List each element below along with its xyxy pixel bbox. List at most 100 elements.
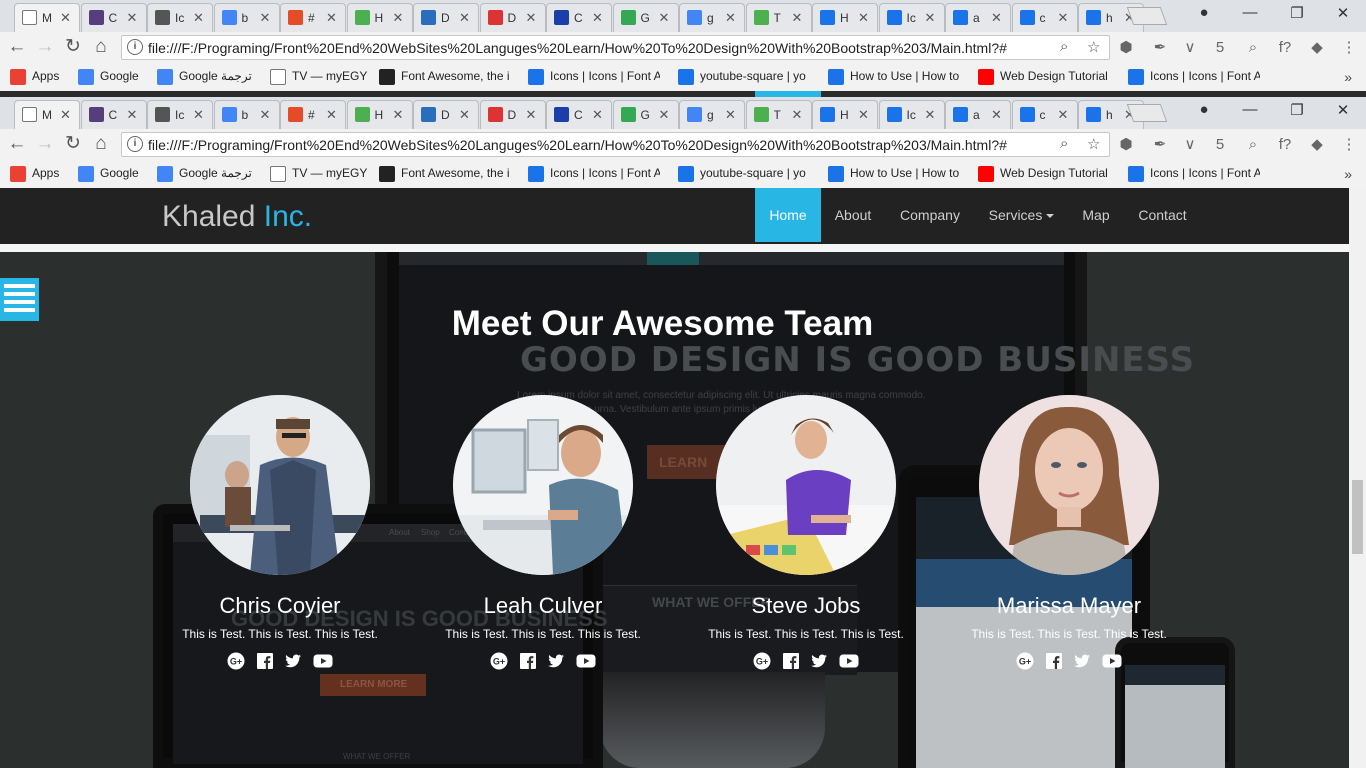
twitter-icon[interactable]	[547, 652, 565, 670]
browser-tab[interactable]: b ✕	[213, 3, 280, 32]
bookmark-item[interactable]: Google	[78, 69, 139, 87]
youtube-icon[interactable]	[1102, 652, 1122, 670]
bookmark-item[interactable]: Google ترجمة	[157, 166, 252, 184]
browser-tab[interactable]: T ✕	[745, 3, 812, 32]
zoom-extension-icon[interactable]: ⌕	[1243, 38, 1263, 58]
drop-extension-icon[interactable]: ◆	[1307, 38, 1327, 58]
google-plus-icon[interactable]: G+	[227, 652, 245, 670]
close-tab-icon[interactable]: ✕	[193, 107, 204, 123]
close-tab-icon[interactable]: ✕	[991, 107, 1002, 123]
browser-tab[interactable]: Ic ✕	[878, 100, 945, 129]
url-text[interactable]: file:///F:/Programing/Front%20End%20WebS…	[148, 137, 1007, 153]
bookmark-item[interactable]: youtube-square | yo	[678, 69, 806, 87]
browser-tab[interactable]: C ✕	[546, 3, 612, 32]
page-scrollbar[interactable]	[1349, 188, 1366, 768]
vue-extension-icon[interactable]: ∨	[1180, 38, 1200, 58]
browser-tab[interactable]: M ✕	[14, 3, 80, 32]
more-menu-icon[interactable]: ⋮	[1339, 135, 1359, 155]
close-tab-icon[interactable]: ✕	[127, 10, 138, 26]
bookmark-item[interactable]: TV — myEGY	[270, 166, 367, 184]
bookmarks-overflow-button[interactable]: »	[1344, 69, 1352, 85]
eyedropper-extension-icon[interactable]: ✒	[1150, 38, 1170, 58]
home-icon[interactable]: ⌂	[90, 133, 112, 155]
close-tab-icon[interactable]: ✕	[127, 107, 138, 123]
browser-tab[interactable]: T ✕	[745, 100, 812, 129]
youtube-icon[interactable]	[576, 652, 596, 670]
bookmark-item[interactable]: Icons | Icons | Font A	[528, 69, 660, 87]
maximize-icon[interactable]: ❐	[1286, 4, 1308, 22]
google-plus-icon[interactable]: G+	[1016, 652, 1034, 670]
browser-tab[interactable]: Ic ✕	[147, 3, 213, 32]
profile-icon[interactable]: ●	[1193, 101, 1215, 118]
close-tab-icon[interactable]: ✕	[1058, 107, 1069, 123]
bookmark-item[interactable]: Apps	[10, 69, 59, 87]
nav-contact[interactable]: Contact	[1124, 188, 1201, 242]
browser-tab[interactable]: D ✕	[413, 3, 479, 32]
facebook-icon[interactable]	[519, 652, 537, 670]
close-window-icon[interactable]: ✕	[1332, 101, 1354, 119]
close-tab-icon[interactable]: ✕	[193, 10, 204, 26]
browser-tab[interactable]: a ✕	[945, 100, 1011, 129]
facebook-icon[interactable]	[1045, 652, 1063, 670]
browser-tab[interactable]: g ✕	[679, 100, 745, 129]
close-tab-icon[interactable]: ✕	[1058, 10, 1069, 26]
close-tab-icon[interactable]: ✕	[725, 107, 736, 123]
bookmark-item[interactable]: Icons | Icons | Font A	[1128, 166, 1260, 184]
close-tab-icon[interactable]: ✕	[592, 10, 603, 26]
forward-icon[interactable]: →	[34, 36, 56, 58]
close-tab-icon[interactable]: ✕	[459, 10, 470, 26]
nav-map[interactable]: Map	[1068, 188, 1124, 242]
browser-tab[interactable]: G ✕	[612, 3, 679, 32]
html5-extension-icon[interactable]: 5	[1210, 135, 1230, 155]
close-tab-icon[interactable]: ✕	[925, 107, 936, 123]
bookmark-star-icon[interactable]: ☆	[1087, 38, 1100, 56]
bookmark-item[interactable]: Google ترجمة	[157, 69, 252, 87]
google-plus-icon[interactable]: G+	[490, 652, 508, 670]
bookmark-item[interactable]: Icons | Icons | Font A	[1128, 69, 1260, 87]
drop-extension-icon[interactable]: ◆	[1307, 135, 1327, 155]
close-tab-icon[interactable]: ✕	[393, 107, 404, 123]
bookmark-star-icon[interactable]: ☆	[1087, 135, 1100, 153]
close-tab-icon[interactable]: ✕	[326, 107, 337, 123]
profile-icon[interactable]: ●	[1193, 4, 1215, 21]
maximize-icon[interactable]: ❐	[1286, 101, 1308, 119]
bookmark-item[interactable]: Web Design Tutorial	[978, 166, 1108, 184]
browser-tab[interactable]: H ✕	[812, 100, 878, 129]
cube-extension-icon[interactable]: ⬢	[1116, 38, 1136, 58]
browser-tab[interactable]: D ✕	[479, 100, 546, 129]
bookmark-item[interactable]: Google	[78, 166, 139, 184]
bookmark-item[interactable]: Font Awesome, the i	[379, 69, 510, 87]
minimize-icon[interactable]: —	[1239, 4, 1261, 21]
close-tab-icon[interactable]: ✕	[260, 107, 271, 123]
browser-tab[interactable]: g ✕	[679, 3, 745, 32]
twitter-icon[interactable]	[1073, 652, 1091, 670]
close-tab-icon[interactable]: ✕	[659, 107, 670, 123]
browser-tab[interactable]: a ✕	[945, 3, 1011, 32]
close-tab-icon[interactable]: ✕	[659, 10, 670, 26]
bookmark-item[interactable]: How to Use | How to	[828, 166, 959, 184]
html5-extension-icon[interactable]: 5	[1210, 38, 1230, 58]
forward-icon[interactable]: →	[34, 133, 56, 155]
youtube-icon[interactable]	[839, 652, 859, 670]
font-extension-icon[interactable]: f?	[1275, 38, 1295, 58]
zoom-extension-icon[interactable]: ⌕	[1243, 135, 1263, 155]
browser-tab[interactable]: C ✕	[80, 3, 147, 32]
vue-extension-icon[interactable]: ∨	[1180, 135, 1200, 155]
new-tab-button[interactable]	[1126, 7, 1168, 25]
close-tab-icon[interactable]: ✕	[526, 107, 537, 123]
font-extension-icon[interactable]: f?	[1275, 135, 1295, 155]
youtube-icon[interactable]	[313, 652, 333, 670]
close-tab-icon[interactable]: ✕	[858, 107, 869, 123]
facebook-icon[interactable]	[256, 652, 274, 670]
close-tab-icon[interactable]: ✕	[592, 107, 603, 123]
new-tab-button[interactable]	[1126, 104, 1168, 122]
nav-company[interactable]: Company	[885, 188, 975, 242]
twitter-icon[interactable]	[284, 652, 302, 670]
browser-tab[interactable]: Ic ✕	[878, 3, 945, 32]
zoom-icon[interactable]: ⌕	[1060, 135, 1068, 152]
browser-tab[interactable]: c ✕	[1011, 100, 1078, 129]
browser-tab[interactable]: # ✕	[280, 100, 346, 129]
bookmarks-overflow-button[interactable]: »	[1344, 166, 1352, 182]
close-tab-icon[interactable]: ✕	[792, 10, 803, 26]
browser-tab[interactable]: C ✕	[546, 100, 612, 129]
